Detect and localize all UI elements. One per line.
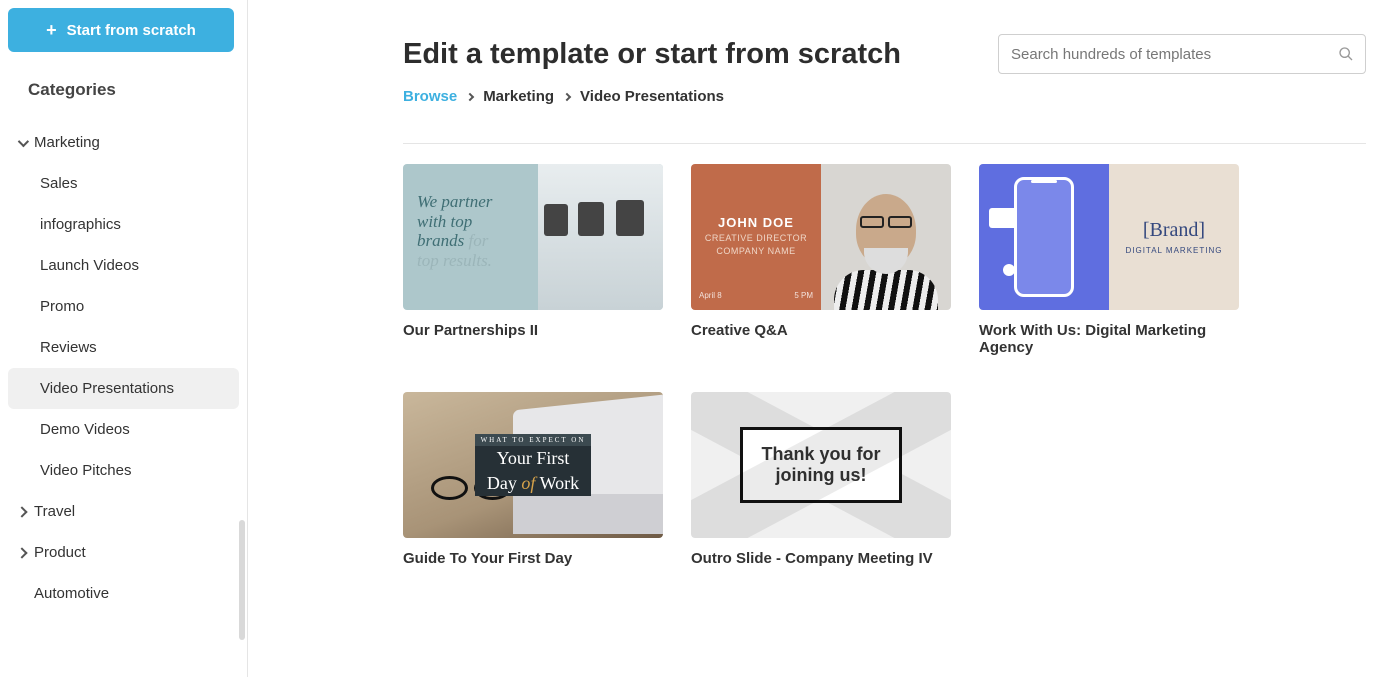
start-from-scratch-label: Start from scratch: [67, 22, 196, 39]
category-automotive[interactable]: Automotive: [8, 573, 239, 614]
subcategory-label: Promo: [40, 298, 84, 315]
chevron-right-icon: [16, 547, 27, 558]
category-travel[interactable]: Travel: [8, 491, 239, 532]
template-thumbnail: We partner with top brands for top resul…: [403, 164, 663, 310]
header-row: Edit a template or start from scratch: [403, 34, 1366, 74]
subcategory-label: infographics: [40, 216, 121, 233]
chevron-down-icon: [18, 135, 29, 146]
template-thumbnail: Thank you for joining us!: [691, 392, 951, 538]
sidebar-scrollbar[interactable]: [239, 520, 245, 640]
template-title: Work With Us: Digital Marketing Agency: [979, 322, 1239, 356]
main-content: Edit a template or start from scratch Br…: [248, 0, 1400, 677]
subcategory-promo[interactable]: Promo: [8, 286, 239, 327]
template-card-first-day[interactable]: WHAT TO EXPECT ON Your First Day of Work…: [403, 392, 663, 567]
template-title: Our Partnerships II: [403, 322, 663, 339]
divider: [403, 143, 1366, 144]
template-card-creative-qa[interactable]: JOHN DOE CREATIVE DIRECTOR COMPANY NAME …: [691, 164, 951, 356]
subcategory-label: Sales: [40, 175, 78, 192]
subcategory-label: Video Pitches: [40, 462, 131, 479]
subcategory-label: Launch Videos: [40, 257, 139, 274]
sidebar: + Start from scratch Categories Marketin…: [0, 0, 248, 677]
template-thumbnail: JOHN DOE CREATIVE DIRECTOR COMPANY NAME …: [691, 164, 951, 310]
subcategory-video-presentations[interactable]: Video Presentations: [8, 368, 239, 409]
subcategory-label: Video Presentations: [40, 380, 174, 397]
breadcrumb-level2: Video Presentations: [580, 88, 724, 105]
category-label: Marketing: [34, 134, 100, 151]
template-card-digital-marketing[interactable]: [Brand] DIGITAL MARKETING Work With Us: …: [979, 164, 1239, 356]
category-label: Travel: [34, 503, 75, 520]
subcategory-label: Demo Videos: [40, 421, 130, 438]
search-input[interactable]: [998, 34, 1366, 74]
subcategory-video-pitches[interactable]: Video Pitches: [8, 450, 239, 491]
search-wrap: [998, 34, 1366, 74]
start-from-scratch-button[interactable]: + Start from scratch: [8, 8, 234, 52]
template-card-outro-slide[interactable]: Thank you for joining us! Outro Slide - …: [691, 392, 951, 567]
category-marketing[interactable]: Marketing: [8, 122, 239, 163]
page-title: Edit a template or start from scratch: [403, 38, 901, 71]
template-title: Creative Q&A: [691, 322, 951, 339]
template-title: Guide To Your First Day: [403, 550, 663, 567]
breadcrumb-root[interactable]: Browse: [403, 88, 457, 105]
template-grid: We partner with top brands for top resul…: [403, 164, 1366, 567]
plus-icon: +: [46, 21, 57, 39]
subcategory-reviews[interactable]: Reviews: [8, 327, 239, 368]
breadcrumb-level1[interactable]: Marketing: [483, 88, 554, 105]
category-label: Automotive: [34, 585, 109, 602]
subcategory-infographics[interactable]: infographics: [8, 204, 239, 245]
category-label: Product: [34, 544, 86, 561]
category-product[interactable]: Product: [8, 532, 239, 573]
subcategory-launch-videos[interactable]: Launch Videos: [8, 245, 239, 286]
template-title: Outro Slide - Company Meeting IV: [691, 550, 951, 567]
subcategory-demo-videos[interactable]: Demo Videos: [8, 409, 239, 450]
template-thumbnail: WHAT TO EXPECT ON Your First Day of Work: [403, 392, 663, 538]
chevron-right-icon: [466, 92, 474, 100]
chevron-right-icon: [563, 92, 571, 100]
template-card-our-partnerships[interactable]: We partner with top brands for top resul…: [403, 164, 663, 356]
subcategory-label: Reviews: [40, 339, 97, 356]
categories-heading: Categories: [28, 80, 239, 100]
breadcrumb: Browse Marketing Video Presentations: [403, 88, 1366, 105]
template-thumbnail: [Brand] DIGITAL MARKETING: [979, 164, 1239, 310]
chevron-right-icon: [16, 506, 27, 517]
subcategory-sales[interactable]: Sales: [8, 163, 239, 204]
search-icon: [1338, 46, 1354, 62]
